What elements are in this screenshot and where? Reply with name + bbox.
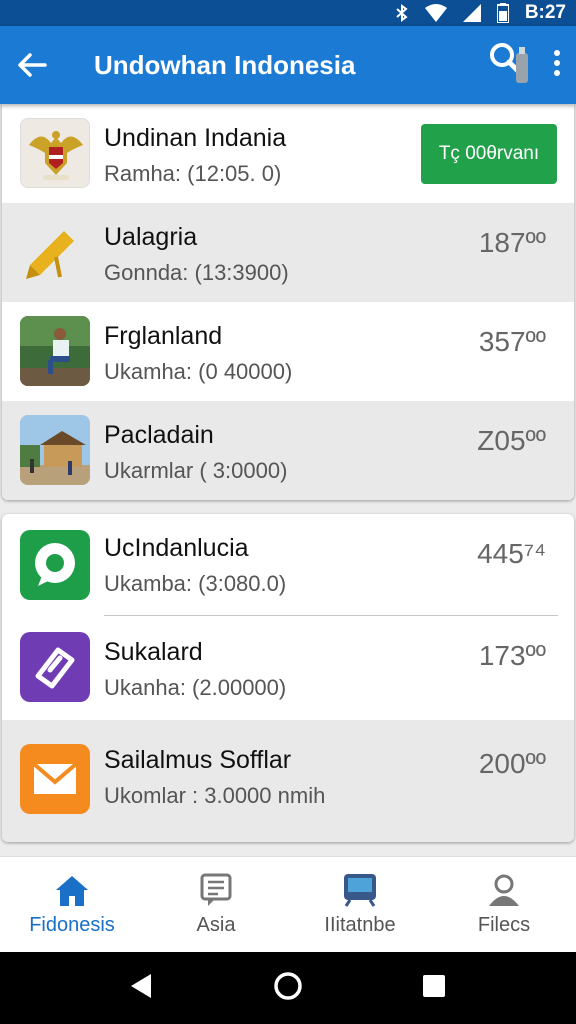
- garuda-emblem-icon: [20, 118, 90, 188]
- nav-item-home[interactable]: Fidonesis: [0, 857, 144, 952]
- more-options-button[interactable]: [552, 49, 562, 82]
- list-item[interactable]: Undinan Indania Ramha: (12:05. 0) Tç 00θ…: [2, 104, 574, 203]
- more-vert-icon: [554, 49, 560, 76]
- action-button[interactable]: Tç 00θrvanı: [421, 124, 557, 184]
- pen-icon: [20, 217, 90, 287]
- list-card-1: Undinan Indania Ramha: (12:05. 0) Tç 00θ…: [2, 104, 574, 500]
- item-value: Z05ºº: [477, 425, 546, 456]
- item-subtitle: Ukamha: (0 40000): [104, 359, 293, 384]
- signal-icon: [462, 4, 481, 22]
- arrow-back-icon: [18, 53, 47, 77]
- message-icon: [200, 873, 232, 906]
- item-title: Frglanland: [104, 322, 223, 350]
- item-value: 187ºº: [478, 227, 546, 258]
- system-navigation-bar: [0, 952, 576, 1024]
- page-title: Undowhan Indonesia: [94, 49, 356, 80]
- item-title: Sukalard: [104, 638, 203, 666]
- back-button[interactable]: [0, 26, 64, 104]
- triangle-back-icon: [131, 973, 151, 998]
- circle-home-icon: [274, 971, 302, 1000]
- list-card-2: UcIndanlucia Ukamba: (3:080.0) 445⁷⁴ Suk…: [2, 514, 574, 842]
- nav-label: IIitatnbe: [324, 914, 396, 936]
- nav-label: Filecs: [477, 914, 531, 936]
- nav-label: Asia: [196, 914, 236, 936]
- mail-icon: [20, 744, 90, 814]
- item-value: 445⁷⁴: [477, 538, 546, 569]
- system-back-button[interactable]: [129, 972, 155, 1005]
- item-title: UcIndanlucia: [104, 534, 249, 562]
- person-photo: [20, 316, 90, 386]
- bottom-navigation: Fidonesis Asia IIitatnbe Filecs: [0, 856, 576, 952]
- search-button[interactable]: [486, 39, 534, 92]
- item-subtitle: Ukanha: (2.00000): [104, 675, 287, 700]
- nav-item-asia[interactable]: Asia: [144, 857, 288, 952]
- item-subtitle: Ramha: (12:05. 0): [104, 161, 282, 186]
- nav-item-files[interactable]: Filecs: [432, 857, 576, 952]
- item-title: Pacladain: [104, 421, 214, 449]
- list-item[interactable]: Frglanland Ukamha: (0 40000) 357ºº: [2, 302, 574, 401]
- person-icon: [489, 874, 519, 906]
- status-bar: B:27: [0, 0, 576, 26]
- search-icon: [490, 42, 528, 83]
- item-title: Ualagria: [104, 223, 198, 251]
- item-subtitle: Ukamba: (3:080.0): [104, 571, 287, 596]
- item-subtitle: Gonnda: (13:3900): [104, 260, 289, 285]
- battery-icon: [496, 3, 509, 23]
- list-item[interactable]: Sailalmus Sofflar Ukomlar : 3.0000 nmih …: [2, 720, 574, 842]
- item-value: 357ºº: [478, 326, 546, 357]
- list-item[interactable]: UcIndanlucia Ukamba: (3:080.0) 445⁷⁴: [2, 514, 574, 616]
- tag-icon: [20, 632, 90, 702]
- nav-label: Fidonesis: [29, 914, 115, 936]
- item-value: 200ºº: [478, 748, 546, 779]
- item-title: Undinan Indania: [104, 124, 287, 152]
- village-photo: [20, 415, 90, 485]
- chat-bubble-icon: [20, 530, 90, 600]
- bluetooth-icon: [395, 4, 409, 22]
- app-bar: Undowhan Indonesia: [0, 26, 576, 104]
- system-home-button[interactable]: [273, 971, 303, 1006]
- square-recents-icon: [423, 974, 445, 997]
- nav-item-train[interactable]: IIitatnbe: [288, 857, 432, 952]
- wifi-icon: [424, 4, 447, 22]
- system-recents-button[interactable]: [421, 973, 447, 1004]
- train-icon: [344, 874, 376, 907]
- item-subtitle: Ukomlar : 3.0000 nmih: [104, 783, 326, 808]
- item-subtitle: Ukarmlar ( 3:0000): [104, 458, 288, 483]
- list-item[interactable]: Pacladain Ukarmlar ( 3:0000) Z05ºº: [2, 401, 574, 500]
- item-value: 173ºº: [478, 640, 546, 671]
- home-icon: [56, 876, 88, 906]
- status-time: B:27: [524, 2, 566, 23]
- item-title: Sailalmus Sofflar: [104, 746, 292, 774]
- list-item[interactable]: Ualagria Gonnda: (13:3900) 187ºº: [2, 203, 574, 302]
- list-item[interactable]: Sukalard Ukanha: (2.00000) 173ºº: [2, 616, 574, 720]
